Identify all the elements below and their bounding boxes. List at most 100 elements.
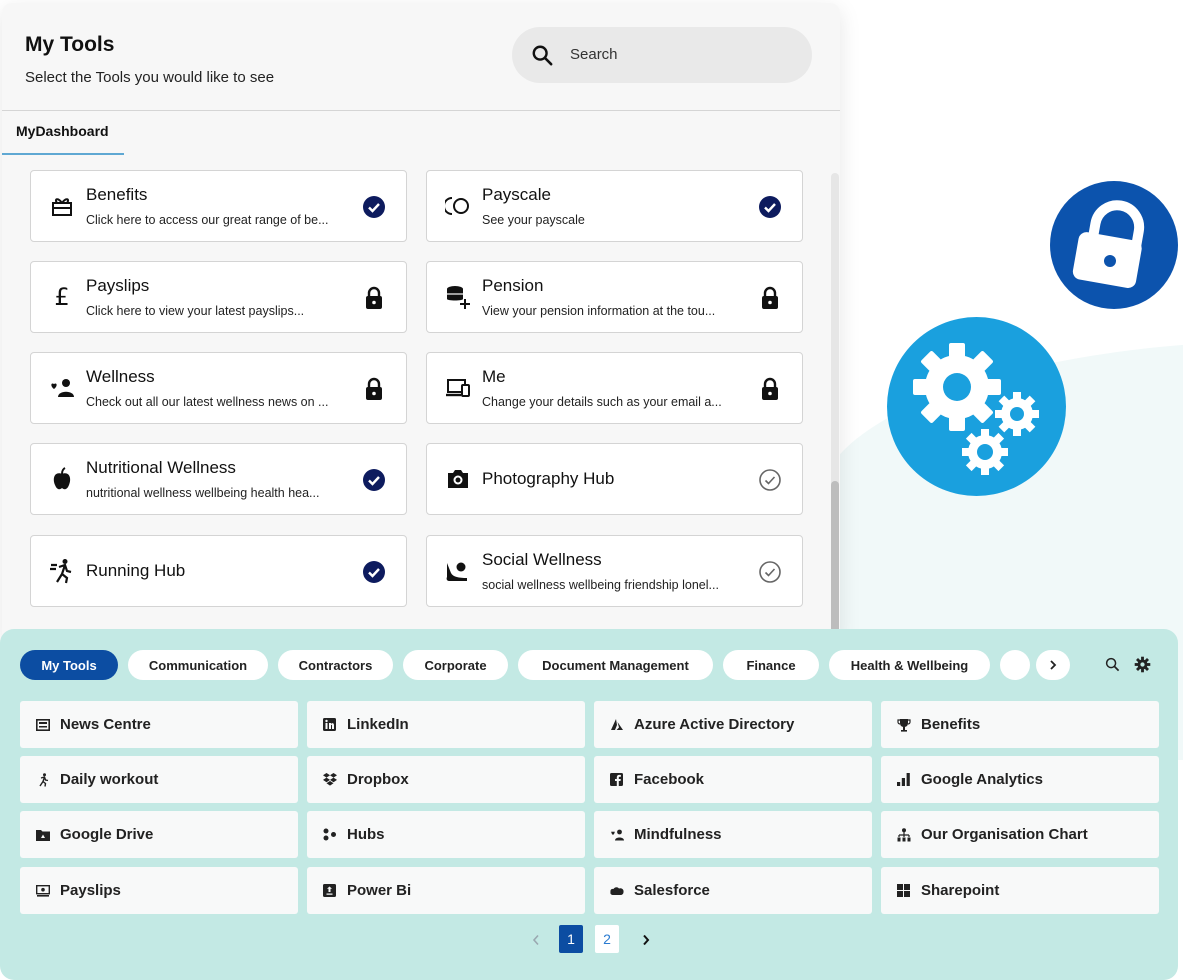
tool-tile-daily-workout[interactable]: Daily workout (20, 756, 298, 803)
tools-settings-button[interactable] (1132, 654, 1152, 674)
scrollbar-thumb[interactable] (831, 481, 839, 643)
lock-icon[interactable] (362, 286, 386, 310)
tool-card-running-hub[interactable]: Running Hub (30, 535, 407, 607)
running-icon (35, 772, 50, 787)
tool-card-pension[interactable]: Pension View your pension information at… (426, 261, 803, 333)
tool-tile-sharepoint[interactable]: Sharepoint (881, 867, 1159, 914)
pagination-next-button[interactable] (637, 930, 655, 950)
tab-mydashboard[interactable]: MyDashboard (16, 123, 109, 139)
tool-card-wellness[interactable]: Wellness Check out all our latest wellne… (30, 352, 407, 424)
hubs-icon (322, 827, 337, 842)
card-title: Me (482, 367, 506, 386)
tool-tile-linkedin[interactable]: LinkedIn (307, 701, 585, 748)
tool-tile-news-centre[interactable]: News Centre (20, 701, 298, 748)
card-description: Change your details such as your email a… (482, 395, 722, 409)
lock-badge-icon (1050, 181, 1178, 309)
tool-card-photography-hub[interactable]: Photography Hub (426, 443, 803, 515)
salesforce-icon (609, 883, 624, 898)
category-pill-finance[interactable]: Finance (723, 650, 819, 680)
tool-tile-facebook[interactable]: Facebook (594, 756, 872, 803)
chevron-right-icon (1050, 660, 1057, 670)
lock-icon[interactable] (758, 286, 782, 310)
pagination-page-1[interactable]: 1 (559, 925, 583, 953)
card-description: nutritional wellness wellbeing health he… (86, 486, 320, 500)
selected-check-icon[interactable] (362, 560, 386, 584)
tool-card-social-wellness[interactable]: Social Wellness social wellness wellbein… (426, 535, 803, 607)
chevron-right-icon (643, 934, 650, 946)
search-icon (1105, 657, 1119, 671)
search-box[interactable]: Search (512, 27, 812, 83)
running-icon (49, 558, 75, 584)
lock-icon[interactable] (362, 377, 386, 401)
powerbi-icon (322, 883, 337, 898)
tool-tile-mindfulness[interactable]: Mindfulness (594, 811, 872, 858)
category-next-button[interactable] (1036, 650, 1070, 680)
selected-check-icon[interactable] (362, 468, 386, 492)
payscale-icon (445, 193, 471, 219)
tool-tile-payslips[interactable]: Payslips (20, 867, 298, 914)
tile-label: Salesforce (634, 882, 710, 899)
gear-icon (1134, 656, 1150, 672)
tool-tile-google-analytics[interactable]: Google Analytics (881, 756, 1159, 803)
facebook-icon (609, 772, 624, 787)
tool-card-nutritional-wellness[interactable]: Nutritional Wellness nutritional wellnes… (30, 443, 407, 515)
tool-tile-salesforce[interactable]: Salesforce (594, 867, 872, 914)
sharepoint-icon (896, 883, 911, 898)
pagination-page-2[interactable]: 2 (595, 925, 619, 953)
pagination-prev-button[interactable] (527, 930, 545, 950)
tile-label: Payslips (60, 882, 121, 899)
category-pill-document-management[interactable]: Document Management (518, 650, 713, 680)
tool-tile-benefits[interactable]: Benefits (881, 701, 1159, 748)
org-chart-icon (896, 827, 911, 842)
card-description: Click here to view your latest payslips.… (86, 304, 305, 318)
tile-label: Google Analytics (921, 771, 1043, 788)
tool-card-me[interactable]: Me Change your details such as your emai… (426, 352, 803, 424)
tool-card-payscale[interactable]: Payscale See your payscale (426, 170, 803, 242)
category-pill-health-wellbeing[interactable]: Health & Wellbeing (829, 650, 990, 680)
unselected-check-icon[interactable] (758, 468, 782, 492)
my-tools-panel: My Tools Select the Tools you would like… (2, 3, 840, 643)
tool-card-benefits[interactable]: Benefits Click here to access our great … (30, 170, 407, 242)
camera-icon (445, 466, 471, 492)
tile-label: Our Organisation Chart (921, 826, 1088, 843)
payslip-icon (35, 883, 50, 898)
tile-label: Dropbox (347, 771, 409, 788)
tile-label: Power Bi (347, 882, 412, 899)
tool-tile-google-drive[interactable]: Google Drive (20, 811, 298, 858)
selected-check-icon[interactable] (362, 195, 386, 219)
tile-label: Facebook (634, 771, 705, 788)
tile-label: Daily workout (60, 771, 159, 788)
newspaper-icon (35, 717, 50, 732)
lock-icon[interactable] (758, 377, 782, 401)
chevron-left-icon (532, 934, 539, 946)
unselected-check-icon[interactable] (758, 560, 782, 584)
tool-tile-power-bi[interactable]: Power Bi (307, 867, 585, 914)
tool-tile-our-organisation-chart[interactable]: Our Organisation Chart (881, 811, 1159, 858)
tools-search-button[interactable] (1102, 654, 1122, 674)
page: My Tools Select the Tools you would like… (0, 0, 1183, 980)
panel-subtitle: Select the Tools you would like to see (25, 69, 275, 86)
tools-directory-panel: My Tools Communication Contractors Corpo… (0, 629, 1178, 980)
category-pill-communication[interactable]: Communication (128, 650, 268, 680)
category-pill-corporate[interactable]: Corporate (403, 650, 508, 680)
card-title: Benefits (86, 185, 148, 204)
tool-card-payslips[interactable]: £ Payslips Click here to view your lates… (30, 261, 407, 333)
social-icon (445, 558, 471, 584)
card-title: Payslips (86, 276, 150, 295)
card-title: Running Hub (86, 561, 186, 580)
tool-tile-azure-active-directory[interactable]: Azure Active Directory (594, 701, 872, 748)
pound-icon: £ (54, 283, 70, 311)
category-pill-overflow[interactable] (1000, 650, 1030, 680)
tile-label: Benefits (921, 716, 981, 733)
tool-tile-hubs[interactable]: Hubs (307, 811, 585, 858)
card-title: Social Wellness (482, 550, 602, 569)
panel-title: My Tools (25, 33, 115, 56)
category-pill-my-tools[interactable]: My Tools (20, 650, 118, 680)
tool-tile-dropbox[interactable]: Dropbox (307, 756, 585, 803)
wellness-icon (49, 375, 75, 401)
card-description: Click here to access our great range of … (86, 213, 329, 227)
azure-icon (609, 717, 624, 732)
devices-icon (445, 375, 471, 401)
category-pill-contractors[interactable]: Contractors (278, 650, 393, 680)
selected-check-icon[interactable] (758, 195, 782, 219)
